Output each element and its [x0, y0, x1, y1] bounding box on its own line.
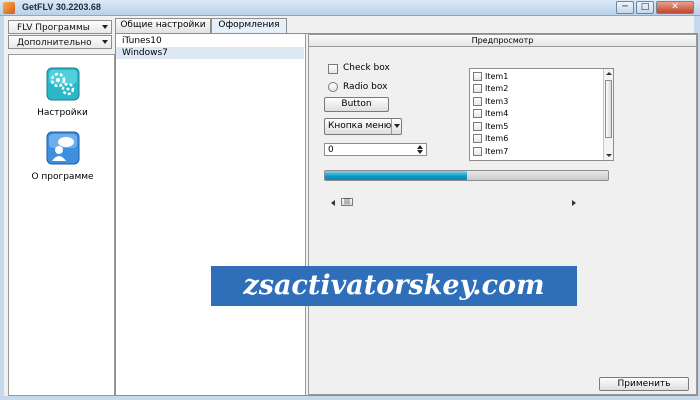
preview-horizontal-scrollbar[interactable]: |||: [331, 197, 576, 207]
theme-item-itunes10[interactable]: iTunes10: [116, 35, 304, 47]
preview-checkbox-label: Check box: [343, 63, 390, 73]
chevron-down-icon: [102, 40, 108, 44]
list-item-checkbox[interactable]: [473, 134, 482, 143]
preview-menu-button[interactable]: Кнопка меню: [324, 118, 402, 135]
chevron-down-icon: [394, 124, 400, 128]
list-item-checkbox[interactable]: [473, 97, 482, 106]
flv-programs-label: FLV Программы: [17, 23, 90, 33]
list-item-label: Item6: [485, 134, 509, 143]
list-item-checkbox[interactable]: [473, 109, 482, 118]
scroll-down-icon[interactable]: [606, 154, 612, 157]
preview-radio-label: Radio box: [343, 82, 388, 92]
minimize-button[interactable]: ─: [616, 1, 634, 14]
list-item-label: Item4: [485, 109, 509, 118]
scroll-thumb[interactable]: |||: [341, 198, 353, 206]
preview-checklist[interactable]: Item1 Item2 Item3 Item4 Item5 Item6 Item…: [469, 68, 614, 161]
preview-button[interactable]: Button: [324, 97, 389, 112]
app-icon: [3, 2, 15, 14]
list-item-checkbox[interactable]: [473, 122, 482, 131]
preview-panel: Предпросмотр Check box Radio box Button …: [308, 34, 697, 395]
scroll-right-icon[interactable]: [572, 200, 576, 206]
preview-checkbox[interactable]: [328, 64, 338, 74]
tab-panel: iTunes10 Windows7 Предпросмотр Check box…: [115, 33, 698, 396]
apply-button[interactable]: Применить: [599, 377, 689, 391]
menu-button-arrow: [391, 119, 401, 134]
list-item[interactable]: Item1: [473, 71, 508, 83]
list-item[interactable]: Item7: [473, 146, 508, 158]
maximize-button[interactable]: □: [636, 1, 654, 14]
spinbox-value: 0: [328, 145, 334, 155]
preview-spinbox[interactable]: 0: [324, 143, 427, 156]
nav-settings-label: Настройки: [37, 108, 88, 118]
list-item-checkbox[interactable]: [473, 147, 482, 156]
theme-list[interactable]: iTunes10 Windows7: [116, 34, 306, 395]
list-item[interactable]: Item4: [473, 108, 508, 120]
list-item[interactable]: Item5: [473, 121, 508, 133]
list-item[interactable]: Item6: [473, 133, 508, 145]
theme-item-windows7[interactable]: Windows7: [116, 47, 304, 59]
nav-item-about[interactable]: О программе: [9, 131, 116, 182]
about-chat-icon: [46, 131, 79, 165]
nav-about-label: О программе: [31, 172, 94, 182]
flv-programs-dropdown[interactable]: FLV Программы: [8, 20, 112, 34]
list-item-label: Item5: [485, 122, 509, 131]
settings-gears-icon: [46, 67, 79, 101]
spin-arrows-icon[interactable]: [417, 145, 424, 154]
close-button[interactable]: ✕: [656, 1, 694, 14]
preview-progress-bar: [324, 170, 609, 181]
list-item[interactable]: Item3: [473, 96, 508, 108]
list-item-label: Item7: [485, 147, 509, 156]
list-item[interactable]: Item2: [473, 83, 508, 95]
scroll-up-icon[interactable]: [606, 72, 612, 75]
list-item-label: Item1: [485, 72, 509, 81]
tab-general-settings[interactable]: Общие настройки: [115, 18, 211, 33]
navigation-panel: Настройки О программе: [8, 54, 115, 396]
list-item-checkbox[interactable]: [473, 84, 482, 93]
additional-dropdown[interactable]: Дополнительно: [8, 35, 112, 49]
window-body: FLV Программы Дополнительно Настройки О …: [4, 16, 698, 396]
tab-themes[interactable]: Оформления: [211, 18, 287, 34]
preview-header: Предпросмотр: [309, 35, 696, 47]
preview-radio[interactable]: [328, 82, 338, 92]
list-item-label: Item2: [485, 84, 509, 93]
progress-fill: [325, 171, 467, 180]
list-item-checkbox[interactable]: [473, 72, 482, 81]
window-title: GetFLV 30.2203.68: [22, 2, 101, 12]
chevron-down-icon: [102, 25, 108, 29]
watermark-banner: zsactivatorskey.com: [211, 266, 577, 306]
scroll-thumb[interactable]: [605, 80, 612, 138]
scroll-left-icon[interactable]: [331, 200, 335, 206]
nav-item-settings[interactable]: Настройки: [9, 67, 116, 118]
title-bar: GetFLV 30.2203.68 ─ □ ✕: [0, 0, 700, 16]
list-item-label: Item3: [485, 97, 509, 106]
menu-button-label: Кнопка меню: [328, 121, 392, 131]
window-frame: FLV Программы Дополнительно Настройки О …: [0, 16, 700, 400]
checklist-vertical-scrollbar[interactable]: [603, 69, 613, 160]
additional-label: Дополнительно: [17, 38, 92, 48]
